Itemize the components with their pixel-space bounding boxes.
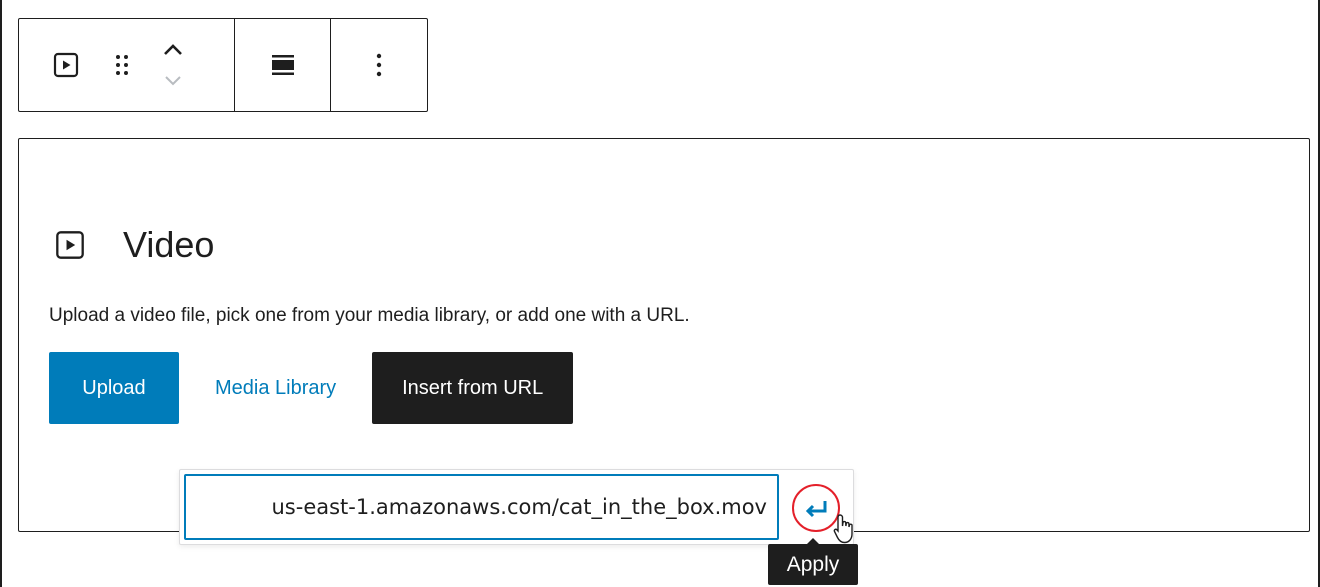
more-vertical-icon: [376, 53, 382, 77]
chevron-up-icon: [164, 44, 182, 55]
editor-frame-left-edge: [0, 0, 2, 587]
url-popover: [179, 469, 854, 545]
toolbar-group-align: [234, 19, 330, 111]
apply-tooltip: Apply: [768, 544, 858, 585]
align-none-icon: [271, 55, 294, 75]
align-button[interactable]: [269, 51, 297, 79]
video-icon: [53, 228, 87, 262]
media-library-button[interactable]: Media Library: [201, 352, 350, 424]
video-icon: [53, 52, 79, 78]
drag-handle-icon: [116, 55, 128, 75]
more-options-button[interactable]: [374, 51, 384, 79]
toolbar-group-block: [19, 19, 234, 111]
block-toolbar: [18, 18, 428, 112]
block-movers: [157, 30, 189, 100]
hand-cursor-icon: [833, 514, 853, 544]
url-input[interactable]: [184, 474, 779, 540]
placeholder-instructions: Upload a video file, pick one from your …: [49, 305, 690, 326]
chevron-down-icon: [165, 76, 181, 86]
toolbar-group-options: [330, 19, 427, 111]
insert-from-url-button[interactable]: Insert from URL: [372, 352, 574, 424]
move-down-button[interactable]: [157, 65, 189, 97]
placeholder-title: Video: [123, 224, 215, 265]
placeholder-actions: Upload Media Library Insert from URL: [49, 352, 574, 424]
move-up-button[interactable]: [157, 33, 189, 65]
block-type-button[interactable]: [49, 48, 83, 82]
drag-handle-button[interactable]: [105, 48, 139, 82]
upload-button[interactable]: Upload: [49, 352, 179, 424]
placeholder-header: Video: [53, 225, 214, 265]
